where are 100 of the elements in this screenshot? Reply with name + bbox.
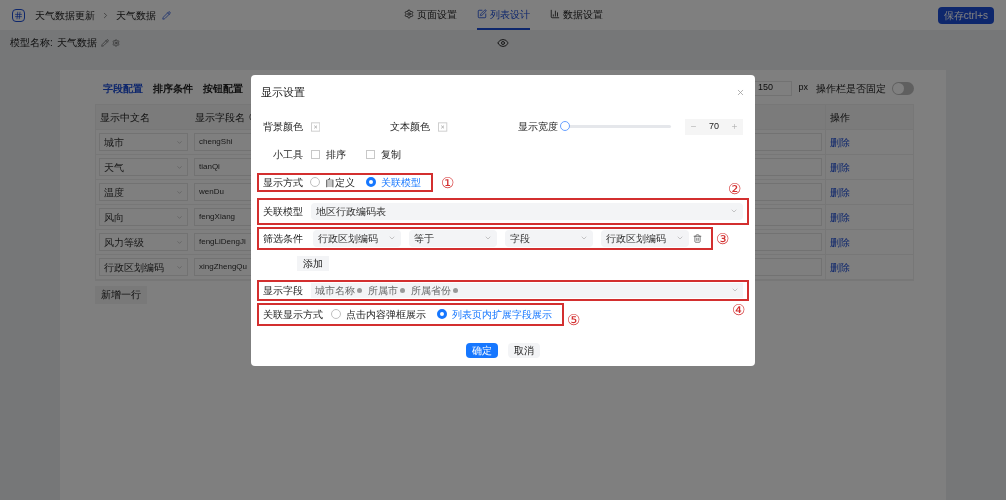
name-select[interactable]: 风力等级 [99, 233, 188, 251]
field-tag[interactable]: 所属市 [368, 282, 405, 298]
annotation-number: ① [441, 174, 454, 190]
pencil-icon[interactable] [162, 10, 171, 20]
select-value: 行政区划编码 [606, 231, 666, 246]
field-tag[interactable]: 城市名称 [315, 282, 362, 298]
field-label: 显示宽度 [517, 120, 558, 134]
empty-color-swatch-icon[interactable] [311, 121, 321, 132]
config-tab[interactable]: 字段配置 [103, 80, 143, 96]
dialog-title: 显示设置 [261, 85, 305, 100]
plus-icon[interactable] [731, 123, 738, 130]
annotation-number: ④ [732, 301, 745, 317]
chevron-down-icon [731, 286, 739, 294]
minus-icon[interactable] [689, 123, 697, 130]
chevron-down-icon [730, 207, 738, 215]
eye-icon[interactable] [497, 37, 509, 49]
chevron-down-icon [580, 234, 588, 242]
empty-color-swatch-icon[interactable] [438, 121, 448, 132]
chevron-down-icon [484, 234, 492, 242]
model-name-label: 模型名称: [10, 36, 53, 50]
select-field[interactable]: 地区行政编码表 [311, 202, 743, 220]
field-label: 文本颜色 [390, 120, 431, 134]
select-value: 字段 [510, 231, 530, 246]
delete-link[interactable]: 删除 [830, 159, 850, 175]
select-value: 温度 [104, 185, 124, 200]
toggle-switch[interactable] [892, 81, 914, 95]
column-header: 操作 [825, 105, 913, 129]
field-label: 背景颜色 [263, 120, 303, 134]
cancel-button[interactable]: 取消 [508, 342, 540, 358]
field-label: 筛选条件 [263, 231, 304, 246]
gear-icon[interactable] [111, 38, 120, 47]
page-tab[interactable]: 列表设计 [476, 0, 530, 30]
column-header: 显示字段名 [195, 110, 245, 125]
annotation-number: ② [728, 180, 741, 196]
checkbox-label: 排序 [326, 148, 346, 162]
add-row-button[interactable]: 新增一行 [95, 285, 147, 304]
select-value: 天气 [104, 160, 124, 175]
annotation-number: ⑤ [567, 311, 580, 327]
unit-label: px [798, 81, 808, 95]
select-value: 等于 [414, 231, 434, 246]
breadcrumb-current: 天气数据 [116, 8, 156, 23]
config-tab[interactable]: 排序条件 [153, 80, 193, 96]
select-field[interactable]: 行政区划编码 [601, 229, 689, 247]
name-select[interactable]: 温度 [99, 183, 188, 201]
delete-link[interactable]: 删除 [830, 234, 850, 250]
name-select[interactable]: 风向 [99, 208, 188, 226]
field-label: 关联显示方式 [263, 307, 323, 322]
bar-chart-icon [549, 9, 560, 19]
select-value: 城市 [104, 135, 124, 150]
delete-link[interactable]: 删除 [830, 134, 850, 150]
field-tag[interactable]: 所属省份 [411, 282, 458, 298]
hash-logo-icon [12, 8, 25, 22]
column-header: 显示中文名 [99, 110, 151, 125]
confirm-button[interactable]: 确定 [466, 342, 498, 358]
radio-button[interactable] [437, 309, 447, 319]
close-icon[interactable] [736, 87, 745, 97]
page-tab[interactable]: 数据设置 [549, 0, 603, 30]
config-tab[interactable]: 按钮配置 [203, 80, 243, 96]
select-value: 行政区划编码 [318, 231, 378, 246]
slider-thumb[interactable] [559, 121, 570, 131]
field-label: 小工具 [273, 148, 303, 162]
stepper-value: 70 [708, 119, 719, 133]
chevron-right-icon [101, 10, 110, 20]
checkbox[interactable] [366, 150, 375, 159]
field-label: 显示字段 [263, 283, 304, 298]
field-label: 显示方式 [263, 175, 303, 190]
add-button[interactable]: 添加 [297, 255, 329, 271]
select-field[interactable]: 等于 [409, 229, 497, 247]
name-select[interactable]: 天气 [99, 158, 188, 176]
trash-icon[interactable] [693, 233, 702, 243]
checkbox-label: 复制 [381, 148, 401, 162]
number-stepper[interactable]: 70 [684, 118, 743, 135]
field-label: 关联模型 [263, 204, 304, 219]
edit-icon [476, 9, 487, 19]
radio-button[interactable] [331, 309, 341, 319]
annotation-number: ③ [716, 230, 729, 246]
select-field[interactable]: 行政区划编码 [313, 229, 401, 247]
gear-icon [403, 9, 414, 19]
chevron-down-icon [676, 234, 684, 242]
radio-label: 点击内容弹框展示 [346, 307, 426, 322]
pencil-icon[interactable] [100, 38, 109, 47]
name-select[interactable]: 城市 [99, 133, 188, 151]
multi-select-field[interactable]: 城市名称 所属市 所属省份 [311, 282, 743, 298]
delete-link[interactable]: 删除 [830, 259, 850, 275]
select-field[interactable]: 字段 [505, 229, 593, 247]
radio-button[interactable] [366, 177, 376, 187]
checkbox[interactable] [311, 150, 320, 159]
radio-button[interactable] [310, 177, 320, 187]
select-value: 行政区划编码 [104, 260, 164, 275]
radio-label: 关联模型 [381, 175, 421, 190]
breadcrumb-link[interactable]: 天气数据更新 [35, 7, 95, 23]
fixed-toggle-label: 操作栏是否固定 [816, 81, 886, 96]
delete-link[interactable]: 删除 [830, 184, 850, 200]
model-name-value: 天气数据 [56, 36, 97, 50]
select-value: 地区行政编码表 [316, 204, 386, 219]
name-select[interactable]: 行政区划编码 [99, 258, 188, 276]
select-value: 风力等级 [104, 235, 144, 250]
page-tab[interactable]: 页面设置 [403, 0, 457, 30]
save-button[interactable]: 保存ctrl+s [937, 6, 994, 24]
delete-link[interactable]: 删除 [830, 209, 850, 225]
